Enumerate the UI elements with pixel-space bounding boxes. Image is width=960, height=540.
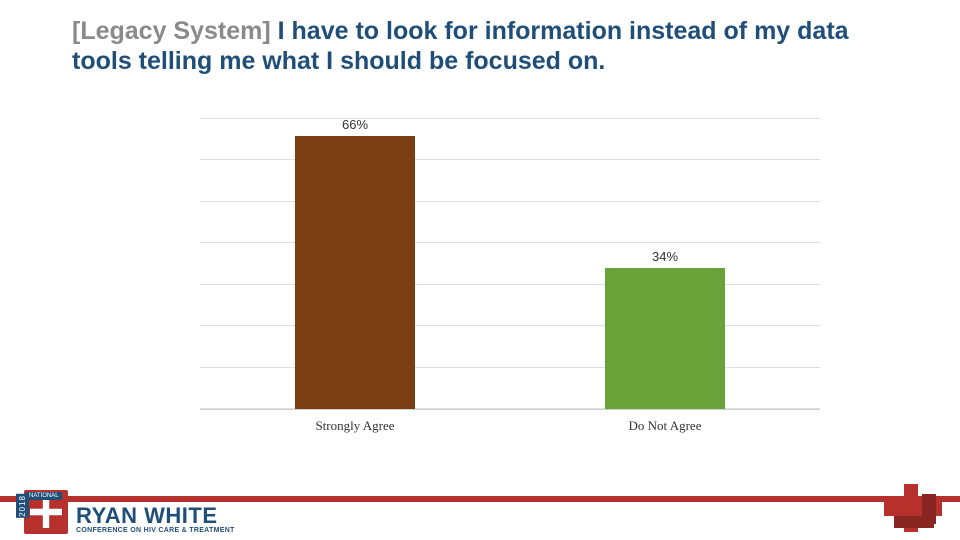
title-prefix: [Legacy System]: [72, 17, 271, 45]
logo-national-tag: NATIONAL: [26, 492, 62, 500]
footer: NATIONAL 2018 RYAN WHITE CONFERENCE ON H…: [0, 478, 960, 540]
bar-value-label: 66%: [342, 117, 368, 132]
logo-main-text: RYAN WHITE: [76, 505, 235, 527]
bar-group-strongly-agree: 66%: [200, 117, 510, 409]
bar-strongly-agree: [295, 136, 415, 409]
x-axis-labels: Strongly Agree Do Not Agree: [200, 410, 820, 442]
logo-sub-text: CONFERENCE ON HIV CARE & TREATMENT: [76, 527, 235, 534]
slide: [Legacy System] I have to look for infor…: [0, 0, 960, 540]
bar-do-not-agree: [605, 268, 725, 409]
bar-chart: 66% 34% Strongly Agree Do Not Agree: [200, 120, 820, 450]
logo-text: RYAN WHITE CONFERENCE ON HIV CARE & TREA…: [76, 505, 235, 534]
x-axis-label: Do Not Agree: [510, 418, 820, 434]
x-axis-label: Strongly Agree: [200, 418, 510, 434]
corner-cross-icon: [884, 484, 942, 532]
logo-year-tag: 2018: [16, 494, 29, 518]
plot-area: 66% 34%: [200, 120, 820, 410]
conference-logo: NATIONAL 2018 RYAN WHITE CONFERENCE ON H…: [24, 490, 235, 534]
slide-title: [Legacy System] I have to look for infor…: [72, 16, 892, 76]
logo-cross-icon: NATIONAL 2018: [24, 490, 68, 534]
bar-group-do-not-agree: 34%: [510, 249, 820, 409]
bar-value-label: 34%: [652, 249, 678, 264]
